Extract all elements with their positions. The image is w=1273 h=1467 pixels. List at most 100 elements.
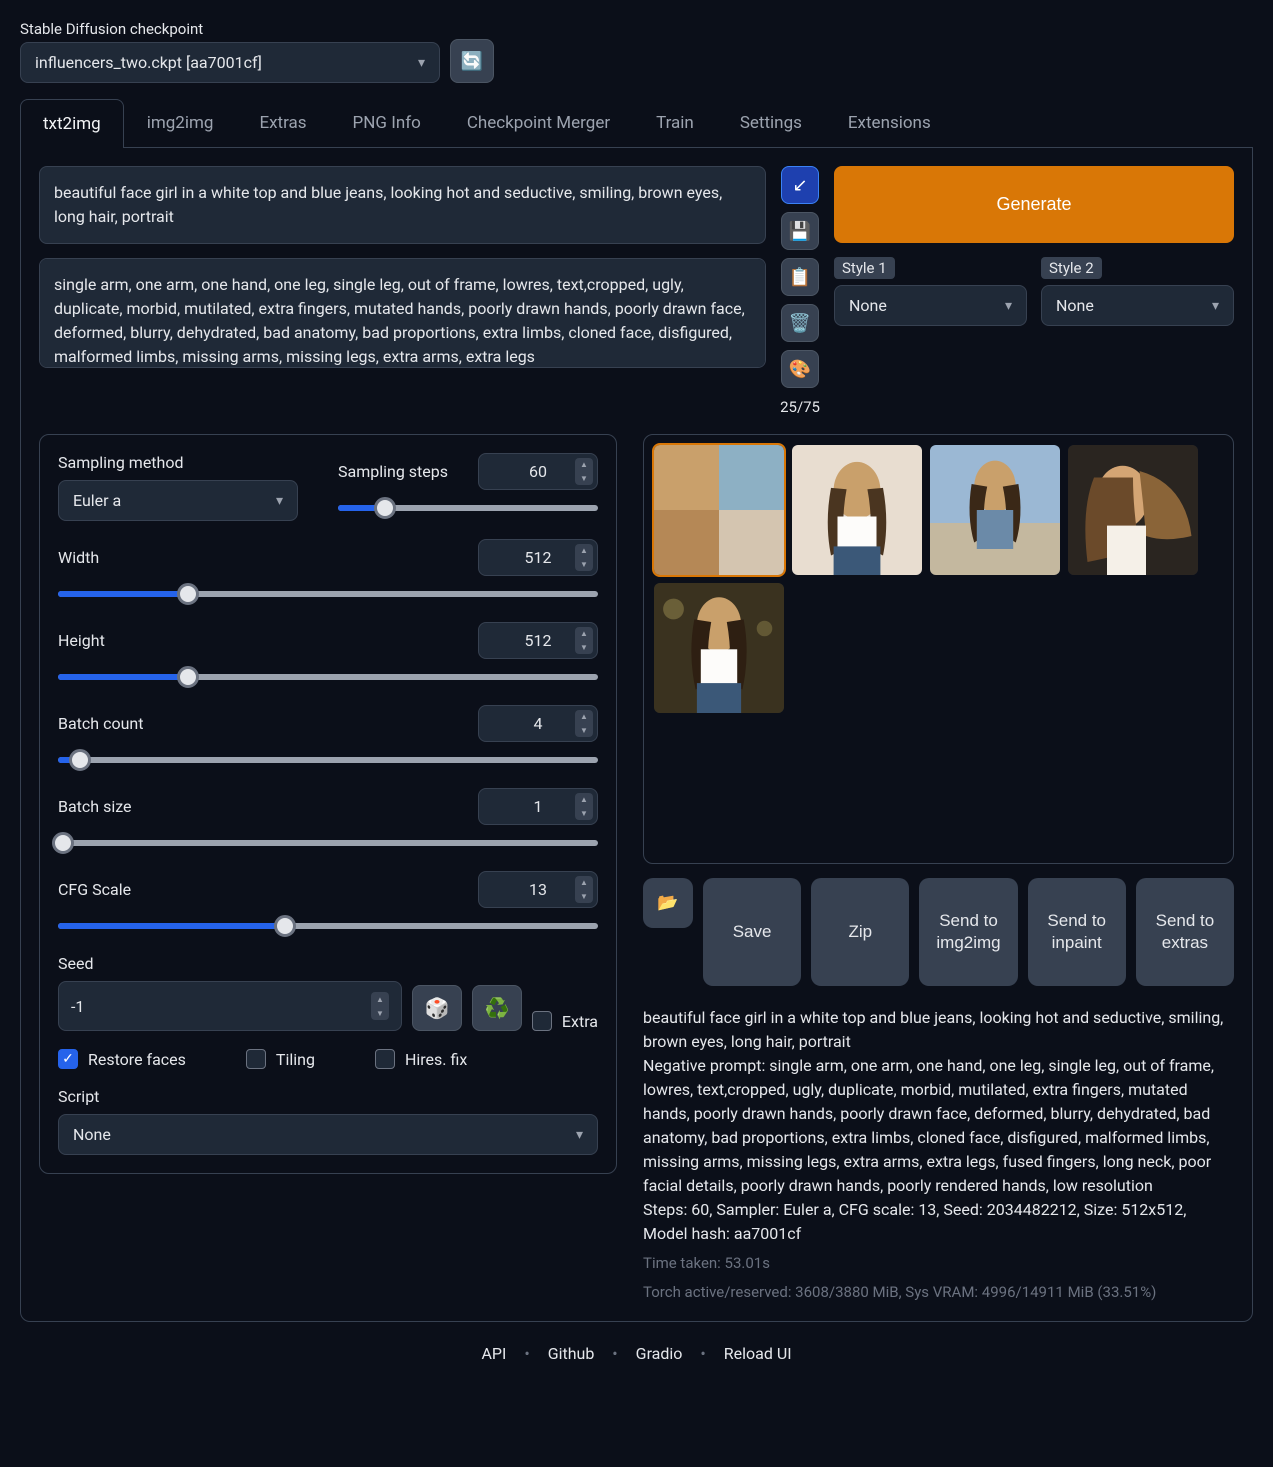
sampling-steps-slider[interactable] [338, 498, 598, 518]
tab-img2img[interactable]: img2img [124, 98, 237, 147]
folder-icon: 📂 [657, 892, 678, 914]
tab-txt2img[interactable]: txt2img [20, 99, 124, 148]
checkbox-icon [532, 1011, 552, 1031]
chevron-down-icon: ▾ [276, 493, 283, 509]
info-vram: Torch active/reserved: 3608/3880 MiB, Sy… [643, 1281, 1234, 1304]
chevron-down-icon: ▾ [418, 55, 425, 71]
refresh-checkpoint-button[interactable]: 🔄 [450, 39, 494, 83]
style1-label: Style 1 [834, 257, 895, 279]
info-params: Steps: 60, Sampler: Euler a, CFG scale: … [643, 1198, 1234, 1246]
clear-prompt-button[interactable]: 🗑️ [781, 304, 819, 342]
script-label: Script [58, 1087, 598, 1106]
gallery-thumb[interactable] [930, 445, 1060, 575]
script-dropdown[interactable]: None ▾ [58, 1114, 598, 1155]
extra-seed-checkbox[interactable]: Extra [532, 1011, 598, 1031]
chevron-down-icon: ▾ [1005, 298, 1012, 314]
info-time: Time taken: 53.01s [643, 1252, 1234, 1275]
checkbox-icon [246, 1049, 266, 1069]
chevron-down-icon: ▾ [576, 1127, 583, 1143]
tab-train[interactable]: Train [633, 98, 717, 147]
height-label: Height [58, 631, 105, 650]
tab-extensions[interactable]: Extensions [825, 98, 954, 147]
height-slider[interactable] [58, 667, 598, 687]
tab-settings[interactable]: Settings [717, 98, 825, 147]
seed-label: Seed [58, 954, 598, 973]
height-input[interactable]: 512▲▼ [478, 622, 598, 659]
width-label: Width [58, 548, 99, 567]
footer-reload-link[interactable]: Reload UI [724, 1344, 792, 1363]
batch-count-label: Batch count [58, 714, 143, 733]
gallery-thumb[interactable] [1068, 445, 1198, 575]
generate-button[interactable]: Generate [834, 166, 1234, 243]
gallery-thumb[interactable] [654, 583, 784, 713]
tab-bar: txt2img img2img Extras PNG Info Checkpoi… [20, 98, 1253, 148]
checkpoint-dropdown[interactable]: influencers_two.ckpt [aa7001cf] ▾ [20, 42, 440, 83]
arrow-icon: ↙ [792, 175, 807, 196]
tab-checkpoint-merger[interactable]: Checkpoint Merger [444, 98, 633, 147]
spinner-icon[interactable]: ▲▼ [575, 544, 593, 571]
tiling-checkbox[interactable]: Tiling [246, 1049, 315, 1069]
spinner-icon[interactable]: ▲▼ [575, 627, 593, 654]
refresh-icon: 🔄 [461, 51, 483, 72]
tab-pnginfo[interactable]: PNG Info [330, 98, 444, 147]
style2-label: Style 2 [1041, 257, 1102, 279]
batch-count-slider[interactable] [58, 750, 598, 770]
gallery-thumb-grid[interactable] [654, 445, 784, 575]
checkpoint-label: Stable Diffusion checkpoint [20, 20, 440, 38]
save-button[interactable]: Save [703, 878, 801, 986]
paste-button[interactable]: 📋 [781, 258, 819, 296]
batch-size-slider[interactable] [58, 833, 598, 853]
random-seed-button[interactable]: 🎲 [412, 985, 462, 1031]
recycle-icon: ♻️ [484, 996, 509, 1020]
spinner-icon[interactable]: ▲▼ [575, 793, 593, 820]
save-prompt-button[interactable]: 💾 [781, 212, 819, 250]
footer-api-link[interactable]: API [481, 1344, 506, 1363]
cfg-scale-input[interactable]: 13▲▼ [478, 871, 598, 908]
style2-dropdown[interactable]: None ▾ [1041, 285, 1234, 326]
interrogate-button[interactable]: ↙ [781, 166, 819, 204]
reuse-seed-button[interactable]: ♻️ [472, 985, 522, 1031]
width-slider[interactable] [58, 584, 598, 604]
cfg-scale-slider[interactable] [58, 916, 598, 936]
trash-icon: 🗑️ [789, 313, 811, 334]
footer-gradio-link[interactable]: Gradio [636, 1344, 683, 1363]
spinner-icon[interactable]: ▲▼ [575, 458, 593, 485]
width-input[interactable]: 512▲▼ [478, 539, 598, 576]
style1-value: None [849, 296, 887, 315]
send-to-extras-button[interactable]: Send to extras [1136, 878, 1234, 986]
send-to-inpaint-button[interactable]: Send to inpaint [1028, 878, 1126, 986]
seed-input[interactable]: -1 ▲▼ [58, 981, 402, 1031]
token-counter: 25/75 [780, 398, 820, 416]
checkbox-icon [375, 1049, 395, 1069]
sampling-steps-label: Sampling steps [338, 462, 448, 481]
checkpoint-value: influencers_two.ckpt [aa7001cf] [35, 53, 262, 72]
spinner-icon[interactable]: ▲▼ [371, 992, 389, 1020]
negative-prompt-input[interactable] [39, 258, 766, 368]
open-folder-button[interactable]: 📂 [643, 878, 693, 928]
gallery-thumb[interactable] [792, 445, 922, 575]
checkbox-checked-icon: ✓ [58, 1049, 78, 1069]
palette-icon: 🎨 [789, 359, 811, 380]
style1-dropdown[interactable]: None ▾ [834, 285, 1027, 326]
zip-button[interactable]: Zip [811, 878, 909, 986]
floppy-icon: 💾 [789, 221, 811, 242]
style2-value: None [1056, 296, 1094, 315]
restore-faces-checkbox[interactable]: ✓ Restore faces [58, 1049, 186, 1069]
info-negative: Negative prompt: single arm, one arm, on… [643, 1054, 1234, 1198]
info-prompt: beautiful face girl in a white top and b… [643, 1006, 1234, 1054]
hires-fix-checkbox[interactable]: Hires. fix [375, 1049, 467, 1069]
clipboard-icon: 📋 [789, 267, 811, 288]
spinner-icon[interactable]: ▲▼ [575, 876, 593, 903]
prompt-input[interactable] [39, 166, 766, 244]
send-to-img2img-button[interactable]: Send to img2img [919, 878, 1017, 986]
footer: API • Github • Gradio • Reload UI [20, 1344, 1253, 1363]
footer-github-link[interactable]: Github [548, 1344, 595, 1363]
sampling-method-dropdown[interactable]: Euler a ▾ [58, 480, 298, 521]
batch-count-input[interactable]: 4▲▼ [478, 705, 598, 742]
batch-size-input[interactable]: 1▲▼ [478, 788, 598, 825]
sampling-steps-input[interactable]: 60▲▼ [478, 453, 598, 490]
style-apply-button[interactable]: 🎨 [781, 350, 819, 388]
tab-extras[interactable]: Extras [236, 98, 329, 147]
spinner-icon[interactable]: ▲▼ [575, 710, 593, 737]
script-value: None [73, 1125, 111, 1144]
